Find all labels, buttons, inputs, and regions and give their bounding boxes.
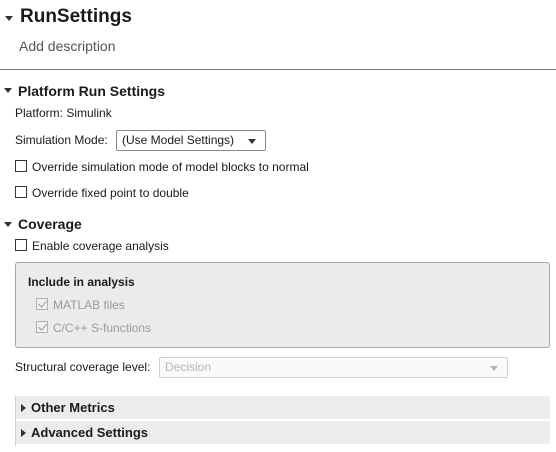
matlab-files-label: MATLAB files (53, 298, 125, 312)
simulation-mode-label: Simulation Mode: (15, 133, 108, 147)
section-title-other-metrics[interactable]: Other Metrics (31, 400, 115, 415)
description-field[interactable]: Add description (19, 38, 116, 54)
chevron-down-icon (248, 139, 256, 144)
structural-coverage-label: Structural coverage level: (15, 360, 151, 374)
override-fixed-point-label[interactable]: Override fixed point to double (32, 186, 189, 200)
structural-coverage-value: Decision (165, 360, 212, 374)
override-sim-mode-checkbox[interactable] (15, 160, 27, 172)
simulation-mode-value: (Use Model Settings) (122, 133, 235, 147)
collapse-coverage-icon[interactable] (4, 222, 12, 227)
expand-advanced-settings-icon[interactable] (21, 429, 26, 437)
sfunctions-checkbox[interactable] (36, 321, 48, 333)
page-title: RunSettings (20, 6, 132, 27)
simulation-mode-dropdown[interactable]: (Use Model Settings) (116, 130, 266, 151)
enable-coverage-label[interactable]: Enable coverage analysis (32, 239, 169, 253)
matlab-files-checkbox[interactable] (36, 298, 48, 310)
platform-label: Platform: Simulink (15, 106, 112, 120)
include-in-analysis-title: Include in analysis (28, 275, 135, 289)
section-title-advanced-settings[interactable]: Advanced Settings (31, 425, 148, 440)
chevron-down-icon (490, 366, 498, 371)
collapse-platform-icon[interactable] (4, 88, 12, 93)
override-fixed-point-checkbox[interactable] (15, 186, 27, 198)
header-divider (0, 69, 556, 70)
section-title-coverage[interactable]: Coverage (18, 216, 82, 232)
structural-coverage-dropdown[interactable]: Decision (159, 357, 508, 378)
override-sim-mode-label[interactable]: Override simulation mode of model blocks… (32, 160, 309, 174)
expand-other-metrics-icon[interactable] (21, 404, 26, 412)
sfunctions-label: C/C++ S-functions (53, 321, 152, 335)
section-title-platform[interactable]: Platform Run Settings (18, 83, 165, 99)
enable-coverage-checkbox[interactable] (15, 239, 27, 251)
collapse-header-icon[interactable] (5, 16, 13, 21)
